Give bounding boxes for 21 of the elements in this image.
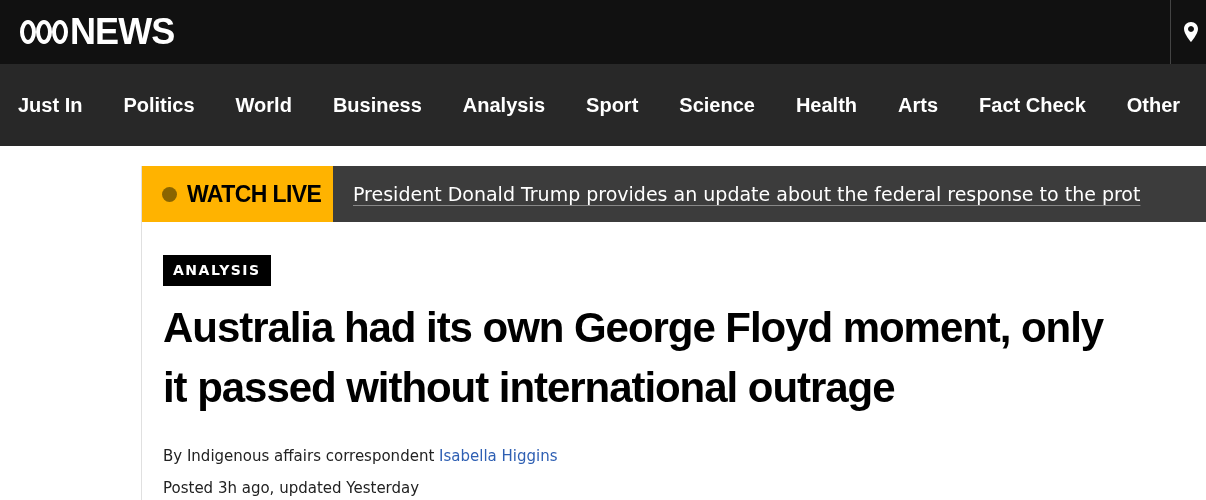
nav-link[interactable]: Health — [795, 90, 858, 120]
nav-link[interactable]: World — [235, 90, 292, 120]
live-headline-link[interactable]: President Donald Trump provides an update about the federal response to the prot — [353, 179, 1141, 209]
post-date: Posted 3h ago, updated Yesterday — [163, 477, 421, 499]
nav-link[interactable]: Analysis — [462, 90, 546, 120]
location-pin-icon[interactable] — [1184, 22, 1198, 42]
nav-link[interactable]: Sport — [586, 90, 639, 120]
nav-link[interactable]: Science — [679, 90, 755, 120]
nav-link[interactable]: Business — [332, 90, 422, 120]
byline: By Indigenous affairs correspondent Isabella Higgins — [163, 446, 559, 467]
watch-live-label[interactable]: WATCH LIVE — [142, 166, 333, 222]
nav-link[interactable]: Other — [1126, 90, 1181, 120]
analysis-tag[interactable]: ANALYSIS — [163, 255, 271, 286]
nav-link[interactable]: Politics — [123, 90, 195, 120]
article-headline: Australia had its own George Floyd moment, only it passed without international outrage — [163, 303, 1105, 413]
author-link[interactable]: Isabella Higgins — [439, 447, 558, 465]
nav-link[interactable]: Just In — [18, 90, 83, 120]
logo-text[interactable]: NEWS — [70, 14, 175, 50]
logo-icon — [20, 19, 68, 45]
nav-link[interactable]: Fact Check — [979, 90, 1086, 120]
nav-link[interactable]: Arts — [898, 90, 939, 120]
